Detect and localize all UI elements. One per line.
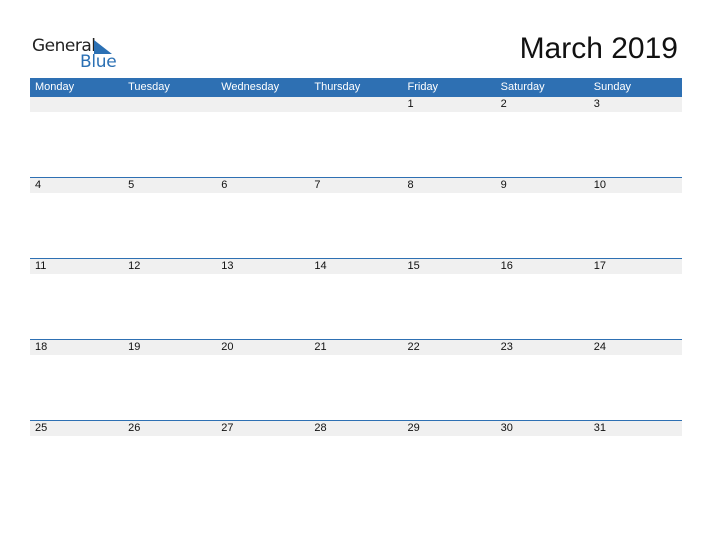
day-number [216, 97, 309, 112]
day-number [30, 97, 123, 112]
day-number: 17 [593, 260, 606, 272]
week-row: 1 2 3 [30, 97, 682, 177]
weekday-label: Wednesday [221, 81, 280, 93]
day-number: 5 [128, 179, 135, 191]
day-number: 4 [35, 179, 42, 191]
day-number: 24 [593, 341, 606, 353]
day-number: 30 [500, 422, 513, 434]
day-number: 19 [128, 341, 141, 353]
week-row: 25 26 27 28 29 30 31 [30, 420, 682, 501]
weekday-label: Saturday [500, 81, 545, 93]
date-strip: 25 26 27 28 29 30 31 [30, 421, 682, 436]
day-number: 2 [500, 98, 507, 110]
day-number [123, 97, 216, 112]
day-number: 16 [500, 260, 513, 272]
logo: General Blue [32, 36, 122, 72]
day-number: 14 [314, 260, 327, 272]
calendar-page: General Blue March 2019 Monday Tuesday W… [0, 0, 712, 550]
day-number: 13 [221, 260, 234, 272]
day-number: 15 [407, 260, 420, 272]
day-number: 18 [35, 341, 48, 353]
date-strip: 4 5 6 7 8 9 10 [30, 178, 682, 193]
day-number: 23 [500, 341, 513, 353]
day-number: 27 [221, 422, 234, 434]
week-row: 18 19 20 21 22 23 24 [30, 339, 682, 420]
date-strip: 1 2 3 [30, 97, 682, 112]
weekday-label: Sunday [593, 81, 632, 93]
calendar-title: March 2019 [519, 32, 678, 65]
week-row: 11 12 13 14 15 16 17 [30, 258, 682, 339]
calendar-grid: Monday Tuesday Wednesday Thursday Friday… [30, 78, 682, 501]
day-number: 20 [221, 341, 234, 353]
day-number: 6 [221, 179, 228, 191]
day-number: 22 [407, 341, 420, 353]
day-number: 7 [314, 179, 321, 191]
weekday-label: Thursday [314, 81, 361, 93]
day-number: 9 [500, 179, 507, 191]
day-number [309, 97, 402, 112]
weekday-label: Monday [35, 81, 75, 93]
weekday-label: Tuesday [128, 81, 170, 93]
date-strip: 18 19 20 21 22 23 24 [30, 340, 682, 355]
day-number: 1 [407, 98, 414, 110]
day-number: 26 [128, 422, 141, 434]
weekday-label: Friday [407, 81, 439, 93]
week-row: 4 5 6 7 8 9 10 [30, 177, 682, 258]
date-strip: 11 12 13 14 15 16 17 [30, 259, 682, 274]
day-number: 29 [407, 422, 420, 434]
day-number: 8 [407, 179, 414, 191]
day-number: 21 [314, 341, 327, 353]
weekday-header: Monday Tuesday Wednesday Thursday Friday… [30, 78, 682, 97]
logo-blue-text: Blue [80, 52, 117, 72]
day-number: 10 [593, 179, 606, 191]
day-number: 3 [593, 98, 600, 110]
day-number: 28 [314, 422, 327, 434]
day-number: 11 [35, 260, 47, 272]
day-number: 25 [35, 422, 48, 434]
day-number: 12 [128, 260, 141, 272]
day-number: 31 [593, 422, 606, 434]
